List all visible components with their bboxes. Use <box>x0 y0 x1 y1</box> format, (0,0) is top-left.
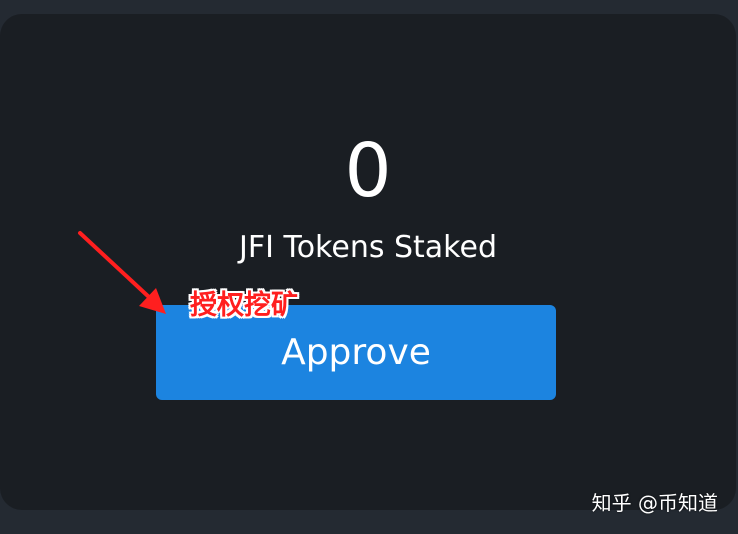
annotation-label: 授权挖矿 <box>190 290 298 321</box>
staking-card: 0 JFI Tokens Staked <box>0 14 736 510</box>
staked-amount: 0 <box>344 128 392 214</box>
watermark: 知乎 @币知道 <box>591 491 718 515</box>
staked-label: JFI Tokens Staked <box>238 230 497 265</box>
